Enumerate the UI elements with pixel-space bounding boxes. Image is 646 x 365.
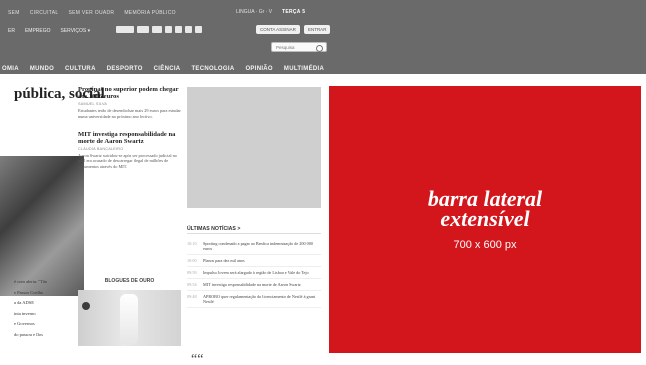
blog-figure bbox=[120, 294, 138, 344]
news-text: Sporting condenado a pagar ao Benfica in… bbox=[203, 241, 313, 251]
news-time: 09:54 bbox=[187, 282, 197, 287]
share-button[interactable] bbox=[152, 26, 162, 33]
lang-label: LINGUA · Gr · V bbox=[236, 9, 273, 15]
article-summary: Aaron Swartz suicidou-se após ser proces… bbox=[78, 153, 177, 169]
secondary-nav-item[interactable]: SERVIÇOS ▾ bbox=[61, 28, 91, 34]
news-item[interactable]: 09:54 MIT investiga responsabilidade na … bbox=[187, 279, 321, 291]
site-header: SEM CIRCUITAL SEM VER OUADR MEMÓRIA PÚBL… bbox=[0, 0, 646, 74]
search-input[interactable]: Pesquisa bbox=[271, 42, 327, 52]
section-link[interactable]: OMIA bbox=[2, 66, 19, 72]
left-headline-item[interactable]: inta inverno bbox=[14, 311, 74, 317]
search-icon[interactable] bbox=[316, 45, 323, 52]
news-item[interactable]: 10:00 Planos para dez mil anos bbox=[187, 255, 321, 267]
news-text: APROBO quer regulamentação do licenciame… bbox=[203, 294, 316, 304]
top-nav-item[interactable]: MEMÓRIA PÚBLICO bbox=[124, 10, 175, 16]
news-time: 09:48 bbox=[187, 294, 197, 299]
left-headline-item[interactable]: é com alerta: "Tão bbox=[14, 279, 74, 285]
news-text: Planos para dez mil anos bbox=[203, 258, 245, 263]
article-item: MIT investiga responsabilidade na morte … bbox=[78, 131, 181, 169]
news-time: 09:59 bbox=[187, 270, 197, 275]
latest-news-list: 10:10 Sporting condenado a pagar ao Benf… bbox=[187, 238, 321, 308]
ad-title-line: extensível bbox=[440, 205, 530, 231]
subscribe-button[interactable]: CONTA ASSINAR bbox=[256, 25, 300, 34]
language-selector[interactable]: LINGUA · Gr · V bbox=[236, 9, 272, 15]
rss-icon[interactable] bbox=[185, 26, 192, 33]
news-item[interactable]: 10:10 Sporting condenado a pagar ao Benf… bbox=[187, 238, 321, 255]
news-text: MIT investiga responsabilidade na morte … bbox=[203, 282, 301, 287]
news-item[interactable]: 09:59 Impulso Jovem será alargado à regi… bbox=[187, 267, 321, 279]
news-time: 10:10 bbox=[187, 241, 197, 246]
sidebar-ad[interactable]: barra lateral extensível 700 x 600 px bbox=[329, 86, 641, 353]
blogs-image[interactable] bbox=[78, 290, 181, 346]
section-link[interactable]: CIÊNCIA bbox=[154, 66, 181, 72]
article-author: CLÁUDIA BANCALEIRO bbox=[78, 147, 124, 152]
article-column: Propinas no superior podem chegar aos 10… bbox=[78, 86, 181, 181]
left-headline-item[interactable]: a da ADSE bbox=[14, 300, 74, 306]
article-headline[interactable]: Propinas no superior podem chegar aos 10… bbox=[78, 86, 181, 100]
blogs-box: BLOGUES DE OURO bbox=[78, 278, 181, 346]
left-headline-item[interactable]: do passou e Ilos bbox=[14, 332, 74, 338]
news-text: Impulso Jovem será alargado à região de … bbox=[203, 270, 309, 275]
quote-icon: ““ bbox=[191, 352, 204, 365]
ad-title: barra lateral extensível bbox=[428, 187, 542, 231]
section-link[interactable]: TECNOLOGIA bbox=[191, 66, 234, 72]
like-button[interactable] bbox=[116, 26, 134, 33]
blog-avatar-icon bbox=[82, 302, 90, 310]
article-headline[interactable]: MIT investiga responsabilidade na morte … bbox=[78, 131, 181, 145]
tweet-button[interactable] bbox=[137, 26, 149, 33]
auth-buttons: CONTA ASSINAR ENTRAR bbox=[256, 25, 331, 34]
lead-image[interactable] bbox=[0, 156, 84, 296]
ad-placeholder bbox=[187, 87, 321, 208]
login-button[interactable]: ENTRAR bbox=[303, 25, 331, 34]
date-label: TERÇA 5 bbox=[282, 9, 306, 15]
twitter-icon[interactable] bbox=[175, 26, 182, 33]
left-headlines: é com alerta: "Tão e Passos Coelho a da … bbox=[14, 279, 74, 342]
news-time: 10:00 bbox=[187, 258, 197, 263]
mail-icon[interactable] bbox=[195, 26, 202, 33]
top-nav-item[interactable]: SEM VER OUADR bbox=[68, 10, 114, 16]
sections-nav: OMIA MUNDO CULTURA DESPORTO CIÊNCIA TECN… bbox=[0, 66, 646, 72]
article-summary: Estudantes terão de desembolsar mais 29 … bbox=[78, 108, 181, 119]
section-link[interactable]: CULTURA bbox=[65, 66, 96, 72]
article-item: Propinas no superior podem chegar aos 10… bbox=[78, 86, 181, 119]
article-author: SAMUEL SILVA bbox=[78, 102, 108, 107]
section-link[interactable]: OPINIÃO bbox=[245, 66, 272, 72]
top-nav-item[interactable]: CIRCUITAL bbox=[30, 10, 59, 16]
section-link[interactable]: DESPORTO bbox=[107, 66, 143, 72]
latest-news-title[interactable]: ÚLTIMAS NOTÍCIAS > bbox=[187, 226, 240, 232]
secondary-nav: ER EMPREGO SERVIÇOS ▾ bbox=[8, 28, 90, 34]
left-headline-item[interactable]: e Governos bbox=[14, 321, 74, 327]
top-nav: SEM CIRCUITAL SEM VER OUADR MEMÓRIA PÚBL… bbox=[8, 10, 176, 16]
ad-size: 700 x 600 px bbox=[453, 238, 517, 251]
section-link[interactable]: MULTIMÉDIA bbox=[284, 66, 324, 72]
social-share-bar bbox=[116, 26, 202, 33]
news-item[interactable]: 09:48 APROBO quer regulamentação do lice… bbox=[187, 291, 321, 308]
divider bbox=[187, 233, 321, 234]
secondary-nav-item[interactable]: EMPREGO bbox=[25, 28, 51, 34]
secondary-nav-item[interactable]: ER bbox=[8, 28, 15, 34]
section-link[interactable]: MUNDO bbox=[30, 66, 54, 72]
browser-viewport: SEM CIRCUITAL SEM VER OUADR MEMÓRIA PÚBL… bbox=[0, 0, 646, 365]
search-placeholder: Pesquisa bbox=[276, 45, 295, 50]
top-nav-item[interactable]: SEM bbox=[8, 10, 20, 16]
left-headline-item[interactable]: e Passos Coelho bbox=[14, 290, 74, 296]
facebook-icon[interactable] bbox=[165, 26, 172, 33]
blogs-title: BLOGUES DE OURO bbox=[104, 278, 155, 284]
